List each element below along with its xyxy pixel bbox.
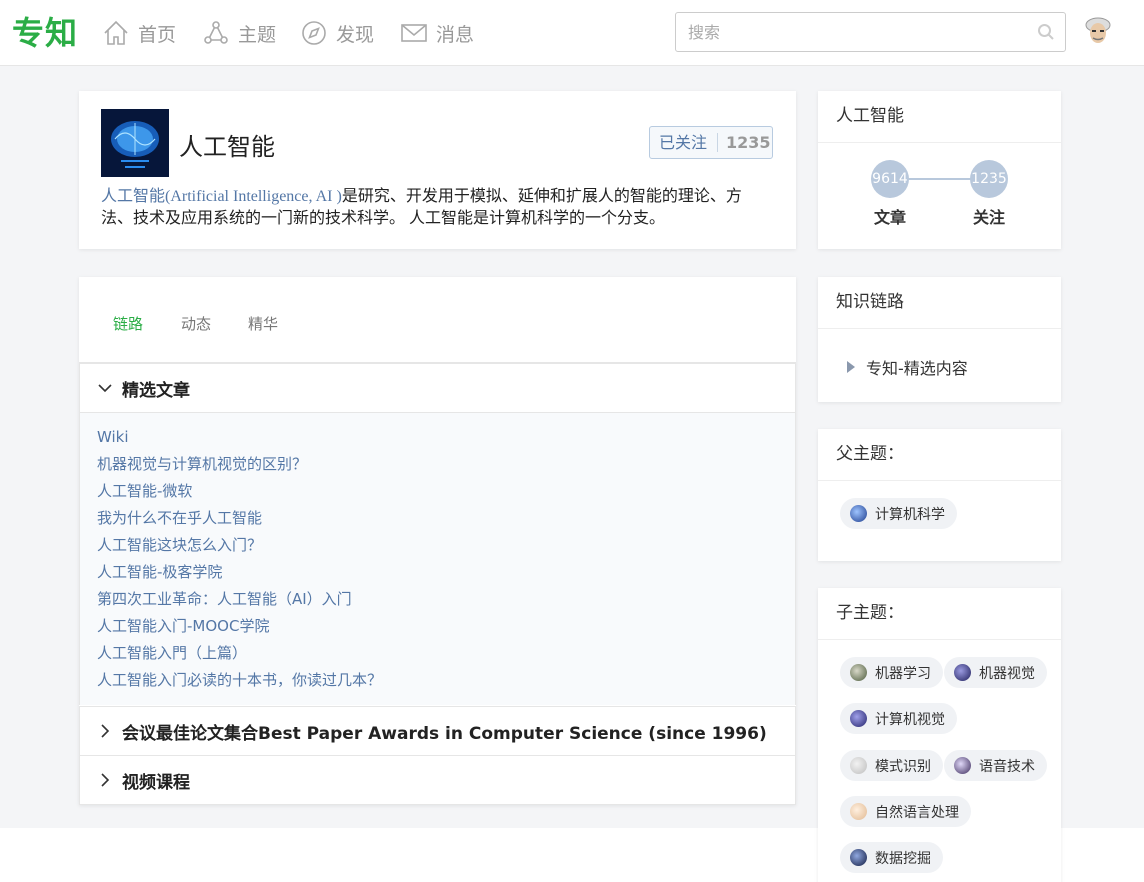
topic-thumbnail bbox=[850, 505, 867, 522]
followers-label: 关注 bbox=[972, 208, 1005, 227]
article-list: Wiki 机器视觉与计算机视觉的区别？ 人工智能-微软 我为什么不在乎人工智能 … bbox=[80, 412, 795, 705]
topic-chip-data-mining[interactable]: 数据挖掘 bbox=[840, 842, 943, 873]
child-topic-card: 子主题： 机器学习 机器视觉 计算机视觉 模式识别 语音技术 自然语言处理 数据… bbox=[818, 588, 1061, 882]
nav-topic[interactable]: 主题 bbox=[202, 18, 276, 48]
article-link[interactable]: 人工智能入门-MOOC学院 bbox=[97, 616, 795, 643]
topic-thumbnail bbox=[850, 757, 867, 774]
chevron-right-icon bbox=[101, 773, 110, 787]
stats-card-title: 人工智能 bbox=[818, 91, 1061, 143]
follow-button[interactable]: 已关注 1235 bbox=[649, 126, 773, 159]
chip-label: 计算机视觉 bbox=[875, 711, 945, 728]
chip-label: 自然语言处理 bbox=[875, 804, 959, 821]
parent-card-title: 父主题： bbox=[818, 429, 1061, 481]
search-box bbox=[675, 12, 1066, 52]
site-logo[interactable]: 专知 bbox=[12, 8, 78, 54]
topic-thumbnail bbox=[850, 664, 867, 681]
stats-connector bbox=[908, 178, 978, 180]
user-avatar[interactable] bbox=[1083, 16, 1113, 46]
section-title: 视频课程 bbox=[122, 772, 190, 793]
followers-count[interactable]: 1235 bbox=[970, 160, 1008, 198]
chain-item-label: 专知-精选内容 bbox=[866, 359, 968, 378]
chevron-right-icon bbox=[101, 724, 110, 738]
section-title: 精选文章 bbox=[122, 380, 190, 401]
article-link[interactable]: 人工智能-极客学院 bbox=[97, 562, 795, 589]
topic-thumbnail bbox=[954, 757, 971, 774]
topic-title: 人工智能 bbox=[179, 133, 275, 161]
topic-desc-link[interactable]: 人工智能(Artificial Intelligence, AI ) bbox=[101, 188, 342, 205]
topic-chip-speech-technology[interactable]: 语音技术 bbox=[944, 750, 1047, 781]
section-title: 会议最佳论文集合Best Paper Awards in Computer Sc… bbox=[122, 723, 767, 744]
nav-topic-label: 主题 bbox=[238, 23, 277, 46]
chip-label: 数据挖掘 bbox=[875, 850, 931, 867]
nav-home[interactable]: 首页 bbox=[102, 18, 176, 48]
chip-label: 模式识别 bbox=[875, 758, 931, 775]
section-best-papers: 会议最佳论文集合Best Paper Awards in Computer Sc… bbox=[79, 706, 796, 755]
article-link[interactable]: 人工智能入门必读的十本书，你读过几本？ bbox=[97, 670, 795, 697]
topic-header-card: 人工智能 已关注 1235 人工智能(Artificial Intelligen… bbox=[79, 91, 796, 249]
topic-thumbnail bbox=[850, 849, 867, 866]
content-card: 链路 动态 精华 精选文章 Wiki 机器视觉与计算机视觉的区别？ 人工智能-微… bbox=[79, 277, 796, 805]
search-input[interactable] bbox=[676, 13, 1016, 51]
tab-bar: 链路 动态 精华 bbox=[79, 277, 796, 363]
articles-label: 文章 bbox=[873, 208, 906, 227]
article-link[interactable]: 人工智能入門（上篇） bbox=[97, 643, 795, 670]
article-link[interactable]: 机器视觉与计算机视觉的区别？ bbox=[97, 454, 795, 481]
topic-thumbnail bbox=[850, 803, 867, 820]
section-video-courses: 视频课程 bbox=[79, 755, 796, 805]
follow-count: 1235 bbox=[726, 133, 771, 152]
nav-messages-label: 消息 bbox=[436, 23, 475, 46]
caret-right-icon bbox=[847, 361, 855, 373]
follow-label: 已关注 bbox=[650, 133, 718, 152]
article-link[interactable]: 人工智能这块怎么入门？ bbox=[97, 535, 795, 562]
top-navigation-bar: 专知 首页 主题 发现 消息 bbox=[0, 0, 1144, 66]
topic-chip-nlp[interactable]: 自然语言处理 bbox=[840, 796, 971, 827]
nav-home-label: 首页 bbox=[138, 23, 177, 46]
topic-chip-machine-learning[interactable]: 机器学习 bbox=[840, 657, 943, 688]
tab-chain[interactable]: 链路 bbox=[113, 313, 143, 334]
article-link[interactable]: 人工智能-微软 bbox=[97, 481, 795, 508]
article-link[interactable]: 第四次工业革命：人工智能（AI）入门 bbox=[97, 589, 795, 616]
chip-label: 计算机科学 bbox=[875, 506, 945, 523]
topic-chip-pattern-recognition[interactable]: 模式识别 bbox=[840, 750, 943, 781]
topic-stats-card: 人工智能 9614 1235 文章 关注 bbox=[818, 91, 1061, 249]
topic-chip-computer-science[interactable]: 计算机科学 bbox=[840, 498, 957, 529]
tab-featured[interactable]: 精华 bbox=[248, 313, 278, 334]
section-header[interactable]: 视频课程 bbox=[80, 756, 795, 804]
section-header[interactable]: 精选文章 bbox=[80, 364, 795, 412]
nav-discover[interactable]: 发现 bbox=[300, 18, 374, 48]
topic-image bbox=[101, 109, 169, 177]
home-icon bbox=[104, 20, 128, 45]
tab-activity[interactable]: 动态 bbox=[181, 313, 211, 334]
nav-discover-label: 发现 bbox=[336, 23, 375, 46]
article-link[interactable]: 我为什么不在乎人工智能 bbox=[97, 508, 795, 535]
chip-label: 语音技术 bbox=[979, 758, 1035, 775]
parent-topic-card: 父主题： 计算机科学 bbox=[818, 429, 1061, 561]
compass-icon bbox=[302, 21, 326, 45]
chain-card-title: 知识链路 bbox=[818, 277, 1061, 329]
articles-count[interactable]: 9614 bbox=[871, 160, 909, 198]
topic-chip-computer-vision[interactable]: 计算机视觉 bbox=[840, 703, 957, 734]
section-header[interactable]: 会议最佳论文集合Best Paper Awards in Computer Sc… bbox=[80, 707, 795, 755]
topic-thumbnail bbox=[954, 664, 971, 681]
topic-thumbnail bbox=[850, 710, 867, 727]
topic-description: 人工智能(Artificial Intelligence, AI )是研究、开发… bbox=[101, 186, 761, 230]
topic-icon bbox=[204, 21, 228, 44]
chip-label: 机器学习 bbox=[875, 665, 931, 682]
article-link[interactable]: Wiki bbox=[97, 427, 795, 454]
section-selected-articles: 精选文章 Wiki 机器视觉与计算机视觉的区别？ 人工智能-微软 我为什么不在乎… bbox=[79, 363, 796, 705]
chain-item[interactable]: 专知-精选内容 bbox=[846, 355, 968, 379]
child-card-title: 子主题： bbox=[818, 588, 1061, 640]
knowledge-chain-card: 知识链路 专知-精选内容 bbox=[818, 277, 1061, 402]
nav-messages[interactable]: 消息 bbox=[400, 18, 474, 48]
topic-chip-machine-vision[interactable]: 机器视觉 bbox=[944, 657, 1047, 688]
search-icon[interactable] bbox=[1037, 23, 1055, 41]
chip-label: 机器视觉 bbox=[979, 665, 1035, 682]
mail-icon bbox=[401, 24, 427, 42]
chevron-down-icon bbox=[98, 384, 112, 393]
stats-panel: 9614 1235 文章 关注 bbox=[818, 143, 1061, 249]
